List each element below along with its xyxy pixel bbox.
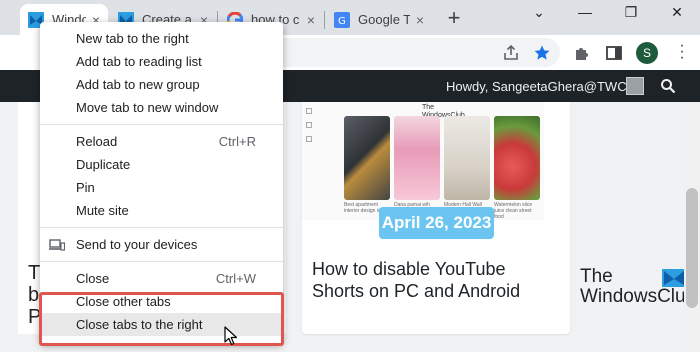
menu-item-label: Add tab to reading list — [76, 54, 202, 69]
tab-search-button[interactable]: ⌄ — [524, 4, 554, 21]
article-thumbnail[interactable]: The WindowsClub Best apartment interior … — [302, 102, 544, 220]
tab-google-translate[interactable]: G Google T × — [326, 4, 432, 35]
menu-item-shortcut: Ctrl+W — [215, 271, 256, 286]
menu-item-add-to-reading-list[interactable]: Add tab to reading list — [40, 50, 283, 73]
menu-item-label: Add tab to new group — [76, 77, 200, 92]
menu-item-label: Mute site — [76, 203, 129, 218]
tab-divider — [324, 11, 325, 29]
menu-item-send-to-devices[interactable]: Send to your devices — [40, 233, 283, 256]
bookmark-star-icon[interactable] — [533, 44, 551, 62]
tab-title: Google T — [358, 12, 410, 27]
tab-close-icon[interactable]: × — [416, 12, 424, 28]
menu-item-label: Close — [76, 271, 110, 286]
side-panel-icon[interactable] — [605, 44, 623, 62]
menu-item-pin[interactable]: Pin — [40, 176, 283, 199]
scrollbar-thumb[interactable] — [686, 188, 698, 308]
article-title[interactable]: How to disable YouTube Shorts on PC and … — [312, 258, 562, 302]
chrome-menu-icon[interactable]: · · · — [672, 38, 692, 66]
share-icon[interactable] — [502, 44, 520, 62]
svg-text:G: G — [338, 16, 346, 27]
menu-item-new-tab-to-right[interactable]: New tab to the right — [40, 27, 283, 50]
highlight-annotation-box — [39, 292, 284, 346]
menu-item-label: Reload — [76, 134, 118, 149]
menu-item-label: Send to your devices — [76, 237, 198, 252]
close-window-button[interactable]: ✕ — [662, 4, 692, 21]
user-avatar[interactable] — [626, 77, 644, 95]
menu-divider — [40, 261, 283, 262]
menu-item-mute-site[interactable]: Mute site — [40, 199, 283, 222]
windows-club-logo-icon — [662, 269, 686, 287]
profile-avatar[interactable]: S — [636, 42, 658, 64]
menu-item-label: Pin — [76, 180, 95, 195]
menu-item-move-to-new-window[interactable]: Move tab to new window — [40, 96, 283, 119]
menu-item-label: Duplicate — [76, 157, 131, 172]
short-thumbnail — [394, 116, 440, 200]
thumbnail-sidebar — [306, 108, 316, 168]
tab-close-icon[interactable]: × — [307, 12, 315, 28]
restore-button[interactable]: ❐ — [616, 4, 646, 21]
site-logo[interactable]: The WindowsClub — [580, 267, 697, 307]
devices-icon — [49, 239, 65, 251]
new-tab-button[interactable]: + — [443, 5, 465, 31]
menu-item-label: Move tab to new window — [76, 100, 219, 115]
minimize-button[interactable]: — — [570, 4, 600, 20]
logo-line-2: WindowsClub — [580, 286, 697, 307]
short-thumbnail — [494, 116, 540, 200]
short-thumbnail — [444, 116, 490, 200]
menu-divider — [40, 227, 283, 228]
date-badge: April 26, 2023 — [379, 207, 494, 239]
menu-item-reload[interactable]: Reload Ctrl+R — [40, 130, 283, 153]
article-card[interactable]: The WindowsClub Best apartment interior … — [302, 102, 570, 334]
mouse-cursor-icon — [224, 326, 238, 346]
menu-item-label: New tab to the right — [76, 31, 189, 46]
account-greeting[interactable]: Howdy, SangeetaGhera@TWC — [446, 79, 627, 94]
short-caption: Watermelon slice juice clean street food — [494, 202, 533, 220]
google-translate-icon: G — [334, 11, 350, 28]
search-icon[interactable] — [660, 78, 676, 94]
extensions-icon[interactable] — [573, 44, 591, 62]
menu-divider — [40, 124, 283, 125]
menu-item-shortcut: Ctrl+R — [218, 134, 256, 149]
menu-item-add-to-new-group[interactable]: Add tab to new group — [40, 73, 283, 96]
menu-item-close[interactable]: Close Ctrl+W — [40, 267, 283, 290]
short-thumbnail — [344, 116, 390, 200]
menu-item-duplicate[interactable]: Duplicate — [40, 153, 283, 176]
